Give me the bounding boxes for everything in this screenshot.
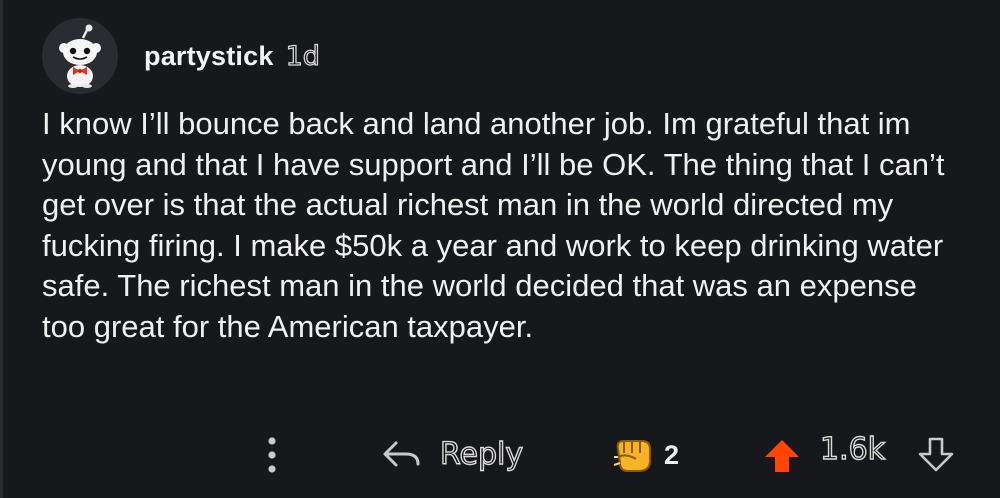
- vote-count: 1.6k: [819, 431, 886, 467]
- more-options-button[interactable]: [262, 432, 282, 478]
- thread-line: [0, 0, 3, 498]
- reply-arrow-icon: [383, 441, 420, 467]
- comment-body: I know I’ll bounce back and land another…: [42, 106, 945, 344]
- more-vertical-icon: [268, 437, 276, 473]
- avatar[interactable]: [42, 18, 118, 94]
- vote-score: 1.6k: [819, 431, 886, 467]
- reply-label: Reply: [439, 436, 524, 472]
- comment-actions: Reply 2 1.6k: [0, 430, 1000, 480]
- award-count: 2: [664, 439, 680, 470]
- timestamp: 1d: [285, 40, 321, 72]
- comment: partystick 1d I know I’ll bounce back an…: [42, 18, 972, 347]
- reply-button[interactable]: Reply: [380, 434, 524, 474]
- award-button[interactable]: 2: [612, 435, 679, 475]
- downvote-arrow-icon: [918, 437, 954, 472]
- downvote-button[interactable]: [916, 436, 956, 474]
- upvote-button[interactable]: [762, 438, 802, 474]
- upvote-arrow-icon: [765, 440, 799, 472]
- comment-header: partystick 1d: [42, 18, 972, 94]
- username[interactable]: partystick: [144, 41, 274, 72]
- fist-bump-award-icon: [613, 440, 651, 472]
- reddit-snoo-icon: [59, 24, 101, 88]
